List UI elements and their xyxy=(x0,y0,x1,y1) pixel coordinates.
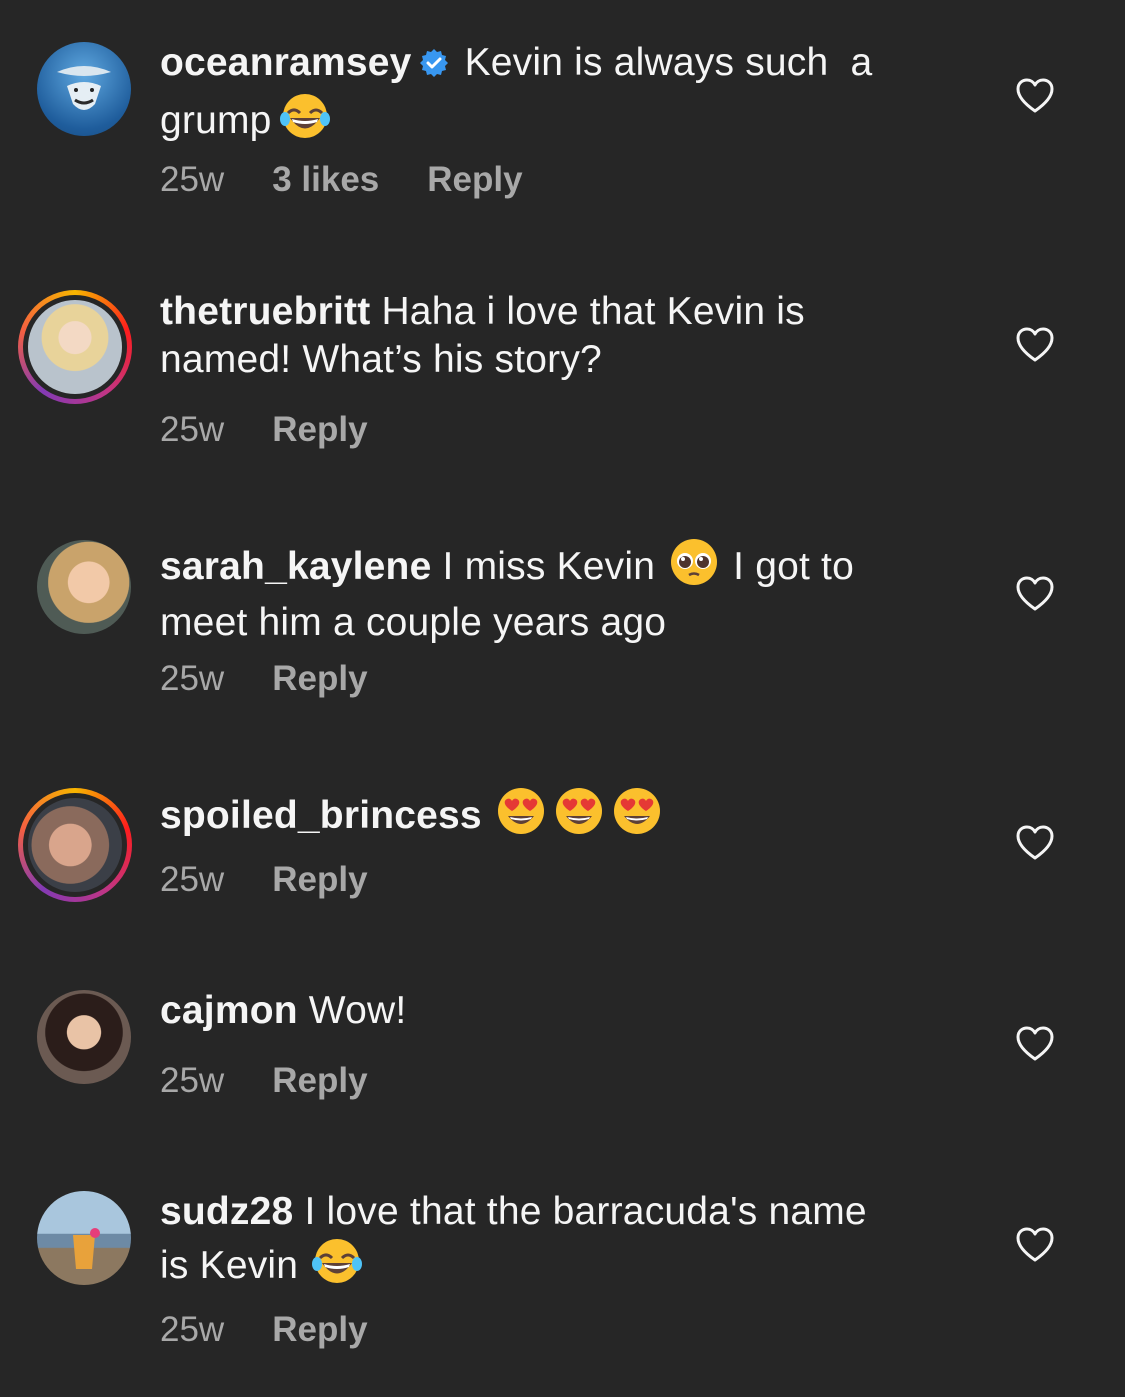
pleading-face-emoji xyxy=(669,537,719,599)
heart-outline-icon[interactable] xyxy=(1016,1026,1054,1062)
reply-button[interactable]: Reply xyxy=(272,410,367,449)
timestamp: 25w xyxy=(160,160,225,199)
heart-outline-icon[interactable] xyxy=(1016,825,1054,861)
heart-eyes-emoji xyxy=(612,786,662,848)
username[interactable]: spoiled_brincess xyxy=(160,794,482,837)
tears-of-joy-emoji xyxy=(312,1236,362,1298)
username[interactable]: sudz28 xyxy=(160,1190,293,1233)
timestamp: 25w xyxy=(160,1310,225,1349)
reply-button[interactable]: Reply xyxy=(272,659,367,698)
comment-text: I miss Kevin xyxy=(442,545,656,588)
timestamp: 25w xyxy=(160,410,225,449)
heart-eyes-emoji xyxy=(496,786,546,848)
comment-text: I love that the barracuda's name xyxy=(304,1190,867,1233)
likes-count[interactable]: 3 likes xyxy=(272,160,379,199)
verified-badge-icon xyxy=(418,43,450,91)
heart-outline-icon[interactable] xyxy=(1016,78,1054,114)
heart-outline-icon[interactable] xyxy=(1016,327,1054,363)
comment-text: grump xyxy=(160,99,272,142)
avatar[interactable] xyxy=(37,42,131,136)
tears-of-joy-emoji xyxy=(280,91,330,153)
comment-text: Wow! xyxy=(308,989,407,1032)
heart-eyes-emoji xyxy=(554,786,604,848)
avatar[interactable] xyxy=(18,290,132,404)
heart-outline-icon[interactable] xyxy=(1016,1227,1054,1263)
username[interactable]: oceanramsey xyxy=(160,41,412,84)
username[interactable]: sarah_kaylene xyxy=(160,545,431,588)
comment-text: meet him a couple years ago xyxy=(160,601,667,644)
timestamp: 25w xyxy=(160,1061,225,1100)
reply-button[interactable]: Reply xyxy=(272,1310,367,1349)
reply-button[interactable]: Reply xyxy=(272,860,367,899)
reply-button[interactable]: Reply xyxy=(272,1061,367,1100)
timestamp: 25w xyxy=(160,659,225,698)
username[interactable]: thetruebritt xyxy=(160,290,370,333)
avatar[interactable] xyxy=(37,1191,131,1285)
comment-text: Kevin is always such a xyxy=(464,41,873,84)
heart-outline-icon[interactable] xyxy=(1016,576,1054,612)
avatar[interactable] xyxy=(37,990,131,1084)
timestamp: 25w xyxy=(160,860,225,899)
comment-text: is Kevin xyxy=(160,1244,299,1287)
avatar[interactable] xyxy=(37,540,131,634)
comment-text: named! What’s his story? xyxy=(160,338,602,381)
comment-text: I got to xyxy=(733,545,854,588)
reply-button[interactable]: Reply xyxy=(427,160,522,199)
username[interactable]: cajmon xyxy=(160,989,298,1032)
comment-text: Haha i love that Kevin is xyxy=(381,290,805,333)
avatar[interactable] xyxy=(18,788,132,902)
